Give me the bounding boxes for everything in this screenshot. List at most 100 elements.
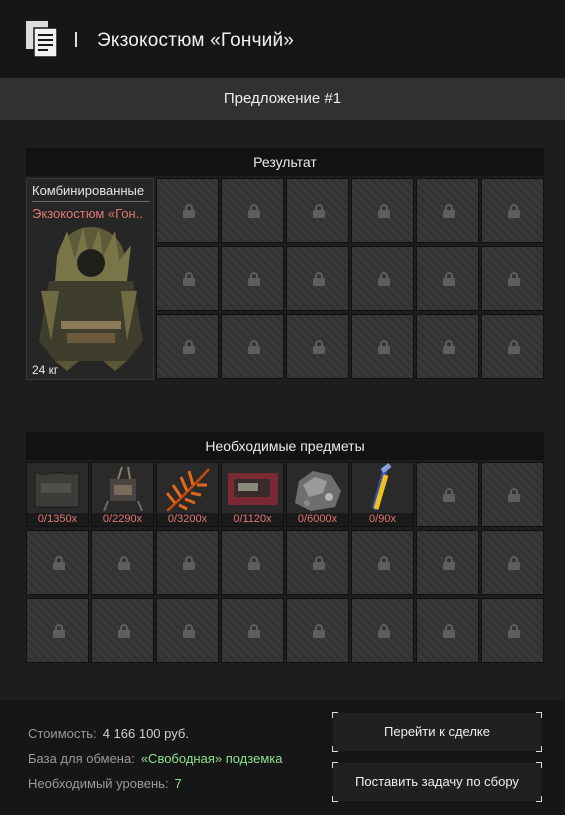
locked-slot <box>286 314 349 379</box>
lock-icon <box>508 272 520 286</box>
base-label: База для обмена: <box>28 751 135 766</box>
locked-slot <box>156 314 219 379</box>
vial-icon <box>372 463 392 511</box>
electronic-part-icon <box>103 466 143 512</box>
lock-icon <box>183 272 195 286</box>
lock-icon <box>443 624 455 638</box>
required-item[interactable]: 0/2290x <box>91 462 154 527</box>
lock-icon <box>248 272 260 286</box>
lock-icon <box>248 556 260 570</box>
lock-icon <box>183 556 195 570</box>
locked-slot <box>156 178 219 243</box>
required-item[interactable]: 0/1350x <box>26 462 89 527</box>
lock-icon <box>183 204 195 218</box>
locked-slot <box>156 598 219 663</box>
cost-row: Стоимость: 4 166 100 руб. <box>28 726 189 741</box>
locked-slot <box>221 530 284 595</box>
window-header: Экзокостюм «Гончий» <box>0 0 565 78</box>
divider <box>32 201 150 202</box>
locked-slot <box>481 178 544 243</box>
lock-icon <box>313 340 325 354</box>
item-quantity: 0/90x <box>352 513 413 526</box>
lock-icon <box>313 624 325 638</box>
lock-icon <box>443 488 455 502</box>
base-row: База для обмена: «Свободная» подземка <box>28 751 282 766</box>
locked-slot <box>481 246 544 311</box>
locked-slot <box>481 530 544 595</box>
locked-slot <box>286 598 349 663</box>
level-row: Необходимый уровень: 7 <box>28 776 182 791</box>
result-item-category: Комбинированные <box>32 183 145 198</box>
lock-icon <box>443 340 455 354</box>
lock-icon <box>118 556 130 570</box>
locked-slot <box>481 598 544 663</box>
required-item[interactable]: 0/90x <box>351 462 414 527</box>
lock-icon <box>53 624 65 638</box>
lock-icon <box>313 272 325 286</box>
lock-icon <box>378 204 390 218</box>
locked-slot <box>286 530 349 595</box>
lock-icon <box>313 204 325 218</box>
exosuit-icon <box>39 227 143 371</box>
item-quantity: 0/6000x <box>287 513 348 526</box>
result-item-name: Экзокостюм «Гон.. <box>32 206 143 221</box>
lock-icon <box>443 556 455 570</box>
lock-icon <box>53 556 65 570</box>
locked-slot <box>351 246 414 311</box>
corner-mark <box>332 746 338 752</box>
go-to-deal-button[interactable]: Перейти к сделке <box>332 712 542 752</box>
header-separator <box>75 32 77 47</box>
cost-label: Стоимость: <box>28 726 97 741</box>
result-section-title: Результат <box>26 148 544 176</box>
locked-slot <box>416 178 479 243</box>
lock-icon <box>248 204 260 218</box>
required-item[interactable]: 0/3200x <box>156 462 219 527</box>
lock-icon <box>118 624 130 638</box>
locked-slot <box>351 178 414 243</box>
battery-block-icon <box>34 467 80 508</box>
locked-slot <box>416 246 479 311</box>
lock-icon <box>378 272 390 286</box>
set-collection-task-button[interactable]: Поставить задачу по сбору <box>332 762 542 802</box>
locked-slot <box>481 314 544 379</box>
document-icon <box>26 21 58 58</box>
lock-icon <box>378 624 390 638</box>
mineral-rock-icon <box>295 471 341 511</box>
locked-slot <box>221 598 284 663</box>
cost-value: 4 166 100 руб. <box>102 726 189 741</box>
locked-slot <box>416 530 479 595</box>
locked-slot <box>26 530 89 595</box>
circuit-board-icon <box>228 473 278 505</box>
required-item[interactable]: 0/6000x <box>286 462 349 527</box>
result-item-card[interactable]: Комбинированные Экзокостюм «Гон.. 24 кг <box>26 178 154 380</box>
locked-slot <box>416 314 479 379</box>
lock-icon <box>248 340 260 354</box>
result-item-weight: 24 кг <box>32 363 59 377</box>
set-collection-task-label: Поставить задачу по сбору <box>355 774 519 789</box>
corner-mark <box>536 762 542 768</box>
lock-icon <box>378 556 390 570</box>
locked-slot <box>221 178 284 243</box>
corner-mark <box>332 712 338 718</box>
corner-mark <box>332 762 338 768</box>
item-quantity: 0/1350x <box>27 513 88 526</box>
locked-slot <box>351 314 414 379</box>
lock-icon <box>248 624 260 638</box>
go-to-deal-label: Перейти к сделке <box>384 724 490 739</box>
required-item[interactable]: 0/1120x <box>221 462 284 527</box>
page-title: Экзокостюм «Гончий» <box>97 30 295 51</box>
corner-mark <box>536 712 542 718</box>
lock-icon <box>183 624 195 638</box>
corner-mark <box>332 796 338 802</box>
level-value: 7 <box>174 776 182 791</box>
corner-mark <box>536 796 542 802</box>
locked-slot <box>91 530 154 595</box>
fern-leaf-icon <box>165 468 210 512</box>
lock-icon <box>443 204 455 218</box>
required-section-title: Необходимые предметы <box>26 432 544 460</box>
lock-icon <box>378 340 390 354</box>
locked-slot <box>351 530 414 595</box>
locked-slot <box>156 246 219 311</box>
offer-tab[interactable]: Предложение #1 <box>0 78 565 120</box>
item-quantity: 0/2290x <box>92 513 153 526</box>
